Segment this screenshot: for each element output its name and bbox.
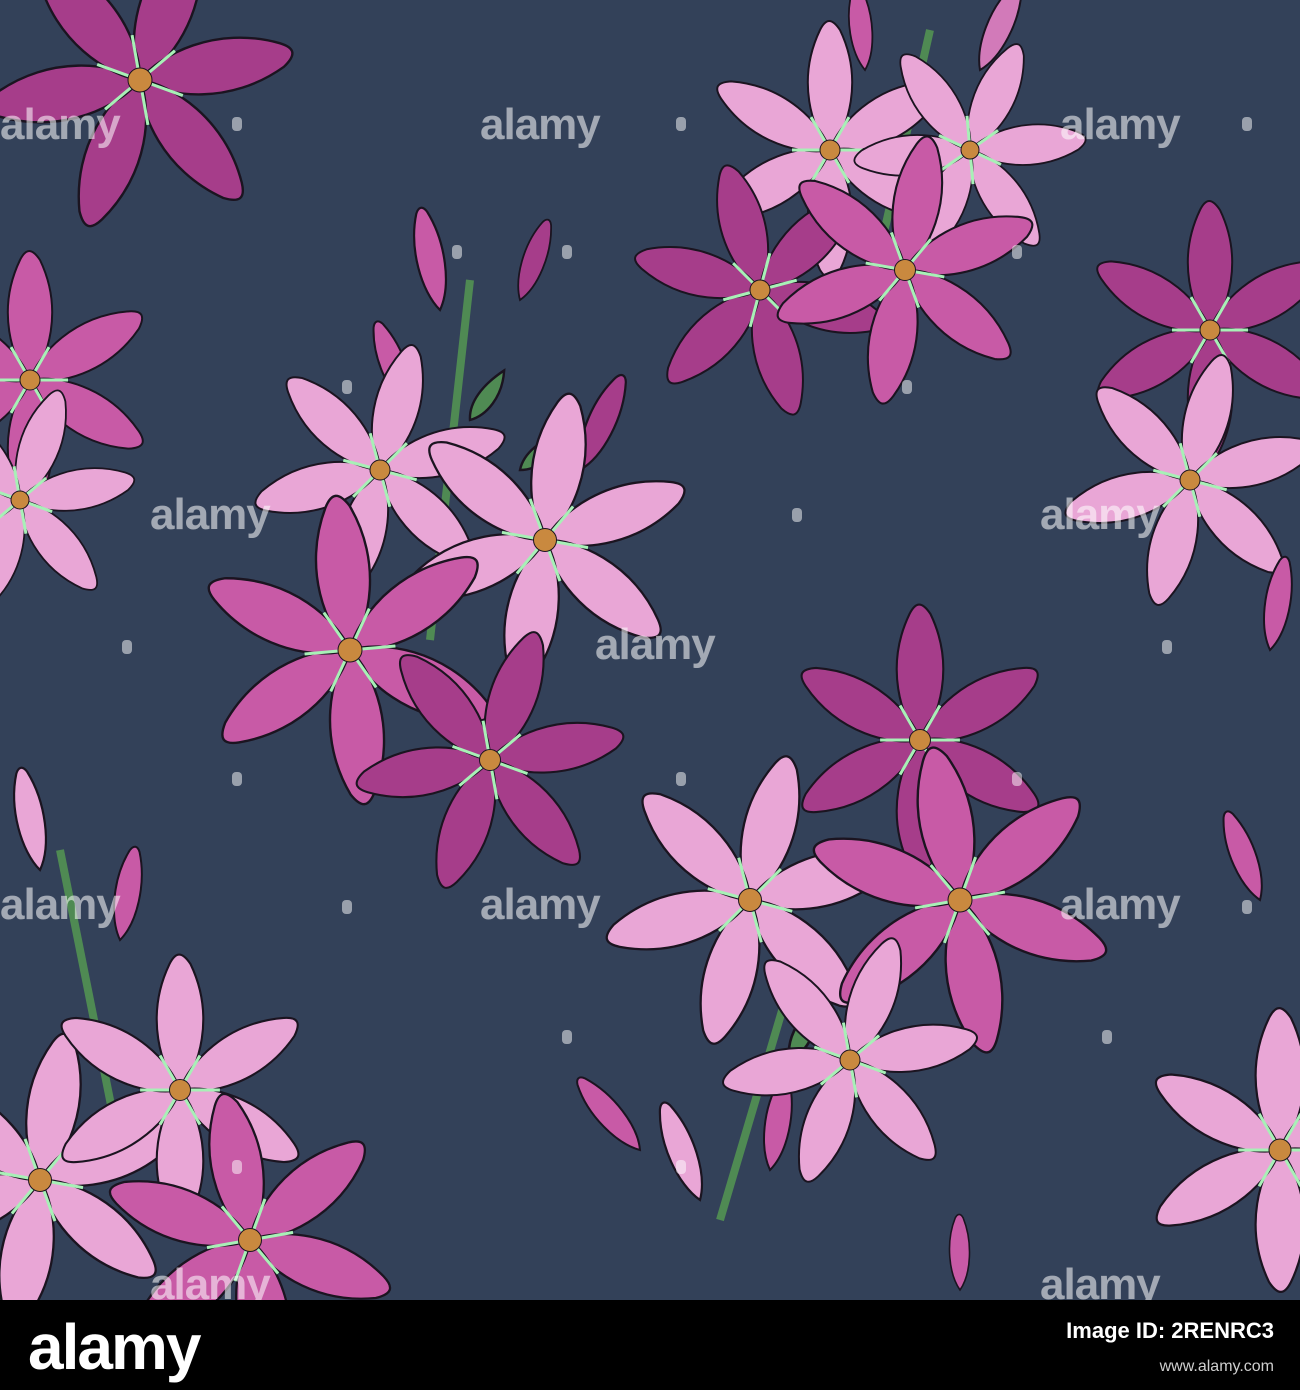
lily-pistil: [369, 459, 391, 481]
lily-pistil: [1179, 469, 1201, 491]
image-id-block: Image ID: 2RENRC3: [1066, 1318, 1274, 1344]
lily-pistil: [909, 729, 931, 751]
lily-pistil: [960, 140, 980, 160]
lily-pistil: [947, 887, 973, 913]
pattern-artwork: [0, 0, 1300, 1300]
stock-footer-bar: alamy Image ID: 2RENRC3 www.alamy.com: [0, 1300, 1300, 1390]
image-id-label: Image ID: 2RENRC3: [1066, 1318, 1274, 1343]
lily-pistil: [1199, 319, 1221, 341]
lily-pistil: [127, 67, 153, 93]
lily-pistil: [238, 1228, 262, 1252]
lily-pistil: [894, 259, 916, 281]
lily-pistil: [533, 528, 557, 552]
lily-pistil: [169, 1079, 191, 1101]
footer-logo: alamy: [28, 1311, 201, 1383]
lily-pistil: [819, 139, 841, 161]
lily-pistil: [1268, 1138, 1292, 1162]
lily-pistil: [479, 749, 501, 771]
lily-pistil: [28, 1168, 52, 1192]
lily-pattern-canvas: [0, 0, 1300, 1300]
lily-pistil: [749, 279, 771, 301]
lily-pistil: [839, 1049, 861, 1071]
lily-pistil: [337, 637, 363, 663]
footer-url: www.alamy.com: [1159, 1358, 1274, 1375]
lily-pistil: [10, 490, 30, 510]
lily-pistil: [738, 888, 762, 912]
lily-pistil: [19, 369, 41, 391]
